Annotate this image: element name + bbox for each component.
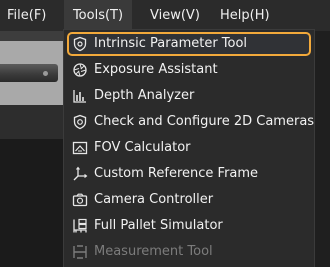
- menu-item-label: Camera Controller: [94, 192, 214, 207]
- menu-item-full-pallet-simulator[interactable]: Full Pallet Simulator: [67, 214, 311, 238]
- menu-item-label: Check and Configure 2D Cameras: [94, 114, 315, 129]
- shield-icon: [73, 36, 87, 52]
- menu-item-label: Full Pallet Simulator: [94, 218, 223, 233]
- bar-chart-icon: [73, 90, 86, 103]
- tools-dropdown-menu: Intrinsic Parameter Tool Exposure Assist…: [63, 29, 315, 267]
- menu-help[interactable]: Help(H): [220, 0, 270, 31]
- background-toolbar: [0, 31, 66, 41]
- axes-icon: [73, 166, 88, 181]
- aperture-icon: [73, 63, 87, 77]
- pallet-icon: [73, 218, 87, 233]
- menu-item-exposure-assistant[interactable]: Exposure Assistant: [67, 58, 311, 82]
- menu-item-measurement-tool: Measurement Tool: [67, 240, 311, 264]
- fov-icon: [72, 141, 88, 155]
- menu-item-label: Exposure Assistant: [94, 62, 218, 77]
- ruler-icon: [73, 245, 87, 259]
- background-area: [0, 139, 66, 267]
- camera-icon: [72, 193, 88, 207]
- menu-item-custom-reference-frame[interactable]: Custom Reference Frame: [67, 162, 311, 186]
- menu-item-label: Measurement Tool: [94, 244, 213, 259]
- menu-item-fov-calculator[interactable]: FOV Calculator: [67, 136, 311, 160]
- menu-file[interactable]: File(F): [7, 0, 46, 31]
- background-panel: [0, 105, 66, 139]
- menu-bar: File(F) Tools(T) View(V) Help(H): [0, 0, 330, 31]
- menu-item-label: Intrinsic Parameter Tool: [94, 36, 248, 51]
- menu-item-camera-controller[interactable]: Camera Controller: [67, 188, 311, 212]
- menu-item-label: Depth Analyzer: [94, 88, 195, 103]
- camera-device-image: [0, 64, 58, 82]
- menu-item-depth-analyzer[interactable]: Depth Analyzer: [67, 84, 311, 108]
- menu-view[interactable]: View(V): [150, 0, 200, 31]
- menu-item-label: Custom Reference Frame: [94, 166, 259, 181]
- menu-item-check-configure-2d-cameras[interactable]: Check and Configure 2D Cameras: [67, 110, 315, 134]
- menu-item-intrinsic-parameter-tool[interactable]: Intrinsic Parameter Tool: [67, 32, 311, 56]
- camera-shield-icon: [73, 114, 87, 130]
- menu-tools[interactable]: Tools(T): [64, 0, 132, 31]
- menu-item-label: FOV Calculator: [94, 140, 191, 155]
